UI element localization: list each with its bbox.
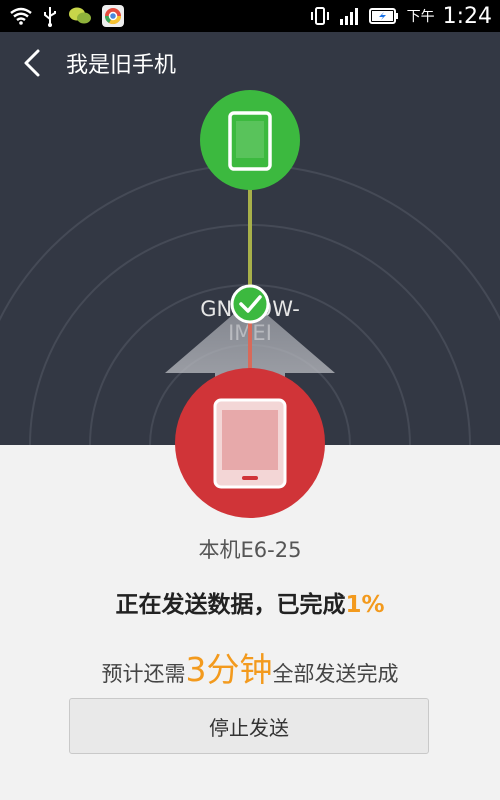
- old-device-name-line1: GN709W-: [200, 297, 300, 321]
- remaining-prefix: 预计还需: [101, 662, 186, 686]
- transfer-status-text: 正在发送数据，已完成: [115, 592, 346, 618]
- transfer-status: 正在发送数据，已完成1%: [0, 585, 500, 619]
- chrome-icon: [102, 5, 124, 27]
- remaining-time: 预计还需3分钟全部发送完成: [0, 643, 500, 691]
- usb-icon: [44, 7, 56, 27]
- vibrate-icon: [310, 7, 329, 25]
- wifi-icon: [10, 7, 32, 25]
- old-device-name: GN709W- IMEI: [0, 297, 500, 345]
- page-title: 我是旧手机: [66, 53, 177, 78]
- app-header: 我是旧手机: [0, 32, 500, 92]
- status-ampm: 下午: [406, 9, 435, 25]
- battery-charging-icon: [368, 8, 398, 24]
- status-bar: 下午 1:24: [0, 0, 500, 32]
- signal-rings: [0, 164, 500, 445]
- stop-sending-button[interactable]: 停止发送: [69, 698, 429, 754]
- old-device-name-line2: IMEI: [228, 321, 272, 345]
- signal-icon: [339, 8, 358, 25]
- remaining-suffix: 全部发送完成: [272, 662, 399, 686]
- progress-percent: 1%: [345, 592, 385, 618]
- status-time: 1:24: [442, 3, 492, 29]
- local-device-name: 本机E6-25: [198, 538, 302, 562]
- wechat-icon: [69, 7, 91, 24]
- remaining-value: 3分钟: [185, 650, 273, 689]
- transfer-visual: GN709W- IMEI: [0, 92, 500, 445]
- chevron-left-icon[interactable]: [18, 48, 48, 78]
